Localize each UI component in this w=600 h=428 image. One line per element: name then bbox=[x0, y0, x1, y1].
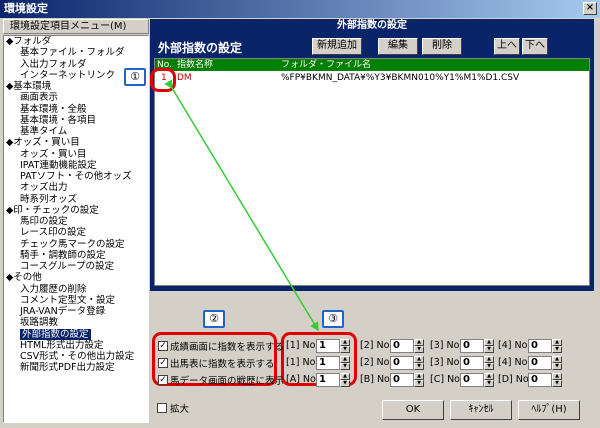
spin-down-icon[interactable]: ▼ bbox=[552, 346, 562, 353]
slot-label: [C] No. bbox=[430, 374, 463, 385]
spinner-buttons[interactable]: ▲ ▼ bbox=[414, 339, 424, 353]
spin-up-icon[interactable]: ▲ bbox=[414, 373, 424, 380]
spin-down-icon[interactable]: ▼ bbox=[414, 346, 424, 353]
option-checkbox-label: 成績画面に指数を表示する bbox=[170, 342, 285, 353]
spin-down-icon[interactable]: ▼ bbox=[414, 363, 424, 370]
spin-up-icon[interactable]: ▲ bbox=[340, 339, 350, 346]
zoom-label: 拡大 bbox=[170, 404, 190, 415]
spin-down-icon[interactable]: ▼ bbox=[414, 380, 424, 387]
index-number-input[interactable]: 1 bbox=[316, 339, 340, 353]
slot-label: [A] No. bbox=[286, 374, 319, 385]
option-checkbox[interactable]: ✓ bbox=[158, 375, 168, 385]
spinner-buttons[interactable]: ▲ ▼ bbox=[552, 339, 562, 353]
spin-down-icon[interactable]: ▼ bbox=[340, 380, 350, 387]
spin-up-icon[interactable]: ▲ bbox=[552, 373, 562, 380]
spin-up-icon[interactable]: ▲ bbox=[484, 356, 494, 363]
help-button[interactable]: ﾍﾙﾌﾟ(H) bbox=[518, 400, 580, 420]
ok-button[interactable]: OK bbox=[382, 400, 444, 420]
option-checkbox[interactable]: ✓ bbox=[158, 358, 168, 368]
spin-up-icon[interactable]: ▲ bbox=[340, 356, 350, 363]
index-number-input[interactable]: 0 bbox=[390, 373, 414, 387]
spin-down-icon[interactable]: ▼ bbox=[484, 380, 494, 387]
index-number-input[interactable]: 1 bbox=[316, 356, 340, 370]
spinner-buttons[interactable]: ▲ ▼ bbox=[414, 356, 424, 370]
index-number-input[interactable]: 0 bbox=[460, 356, 484, 370]
spin-up-icon[interactable]: ▲ bbox=[414, 339, 424, 346]
spinner-buttons[interactable]: ▲ ▼ bbox=[484, 339, 494, 353]
spin-up-icon[interactable]: ▲ bbox=[414, 356, 424, 363]
slot-label: [D] No. bbox=[498, 374, 532, 385]
spin-down-icon[interactable]: ▼ bbox=[552, 380, 562, 387]
spinner-buttons[interactable]: ▲ ▼ bbox=[340, 356, 350, 370]
slot-label: [4] No. bbox=[498, 357, 531, 368]
callout-3: ③ bbox=[322, 310, 344, 328]
index-number-input[interactable]: 0 bbox=[390, 356, 414, 370]
spin-down-icon[interactable]: ▼ bbox=[340, 363, 350, 370]
index-number-input[interactable]: 0 bbox=[528, 339, 552, 353]
slot-label: [1] No. bbox=[286, 340, 319, 351]
option-checkbox-label: 出馬表に指数を表示する bbox=[170, 359, 275, 370]
slot-label: [1] No. bbox=[286, 357, 319, 368]
spinner-buttons[interactable]: ▲ ▼ bbox=[552, 356, 562, 370]
cancel-button[interactable]: ｷｬﾝｾﾙ bbox=[450, 400, 512, 420]
index-number-input[interactable]: 0 bbox=[460, 373, 484, 387]
index-number-input[interactable]: 0 bbox=[390, 339, 414, 353]
callout-2: ② bbox=[203, 310, 225, 328]
spin-up-icon[interactable]: ▲ bbox=[552, 356, 562, 363]
spinner-buttons[interactable]: ▲ ▼ bbox=[484, 356, 494, 370]
spin-down-icon[interactable]: ▼ bbox=[552, 363, 562, 370]
zoom-checkbox[interactable] bbox=[157, 403, 167, 413]
spin-down-icon[interactable]: ▼ bbox=[484, 363, 494, 370]
spinner-buttons[interactable]: ▲ ▼ bbox=[414, 373, 424, 387]
spin-up-icon[interactable]: ▲ bbox=[484, 373, 494, 380]
spin-down-icon[interactable]: ▼ bbox=[484, 346, 494, 353]
spin-down-icon[interactable]: ▼ bbox=[340, 346, 350, 353]
option-checkbox-label: 馬データ画面の戦歴に表示 bbox=[170, 376, 285, 387]
index-number-input[interactable]: 0 bbox=[528, 373, 552, 387]
slot-label: [4] No. bbox=[498, 340, 531, 351]
option-checkbox[interactable]: ✓ bbox=[158, 341, 168, 351]
spin-up-icon[interactable]: ▲ bbox=[340, 373, 350, 380]
spinner-buttons[interactable]: ▲ ▼ bbox=[484, 373, 494, 387]
slot-label: [2] No. bbox=[360, 340, 393, 351]
spin-up-icon[interactable]: ▲ bbox=[552, 339, 562, 346]
spinner-buttons[interactable]: ▲ ▼ bbox=[552, 373, 562, 387]
slot-label: [3] No. bbox=[430, 357, 463, 368]
slot-label: [B] No. bbox=[360, 374, 393, 385]
index-number-input[interactable]: 0 bbox=[528, 356, 552, 370]
spinner-buttons[interactable]: ▲ ▼ bbox=[340, 339, 350, 353]
spinner-buttons[interactable]: ▲ ▼ bbox=[340, 373, 350, 387]
index-number-input[interactable]: 1 bbox=[316, 373, 340, 387]
slot-label: [3] No. bbox=[430, 340, 463, 351]
index-number-input[interactable]: 0 bbox=[460, 339, 484, 353]
slot-label: [2] No. bbox=[360, 357, 393, 368]
spin-up-icon[interactable]: ▲ bbox=[484, 339, 494, 346]
